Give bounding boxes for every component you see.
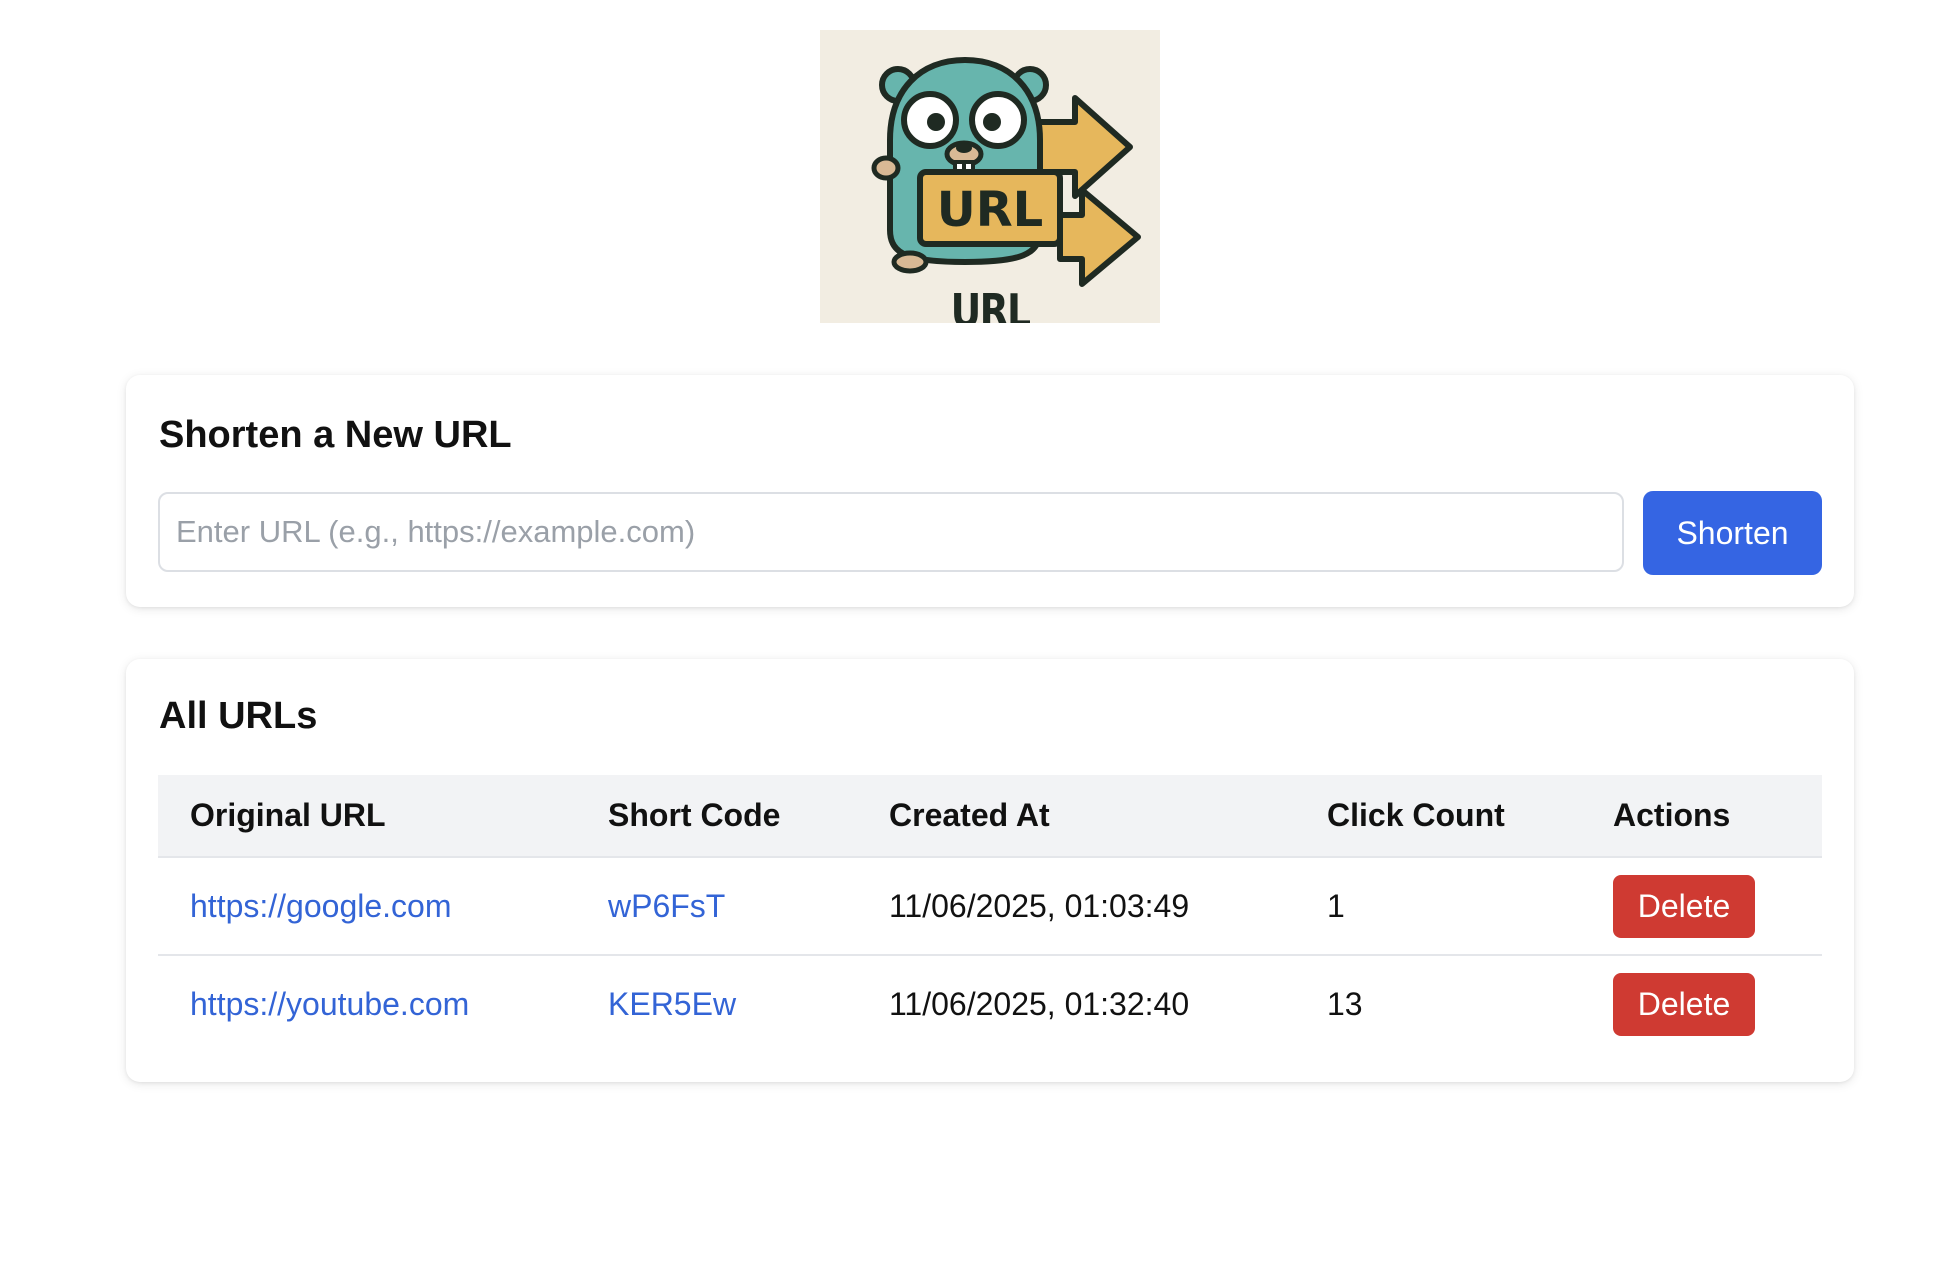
short-code-link[interactable]: KER5Ew bbox=[608, 986, 736, 1022]
column-header-click-count: Click Count bbox=[1295, 775, 1581, 858]
logo-badge-text: URL bbox=[937, 182, 1044, 238]
delete-button[interactable]: Delete bbox=[1613, 972, 1755, 1036]
short-code-link[interactable]: wP6FsT bbox=[608, 888, 725, 924]
original-url-link[interactable]: https://google.com bbox=[190, 888, 451, 924]
column-header-actions: Actions bbox=[1581, 775, 1822, 858]
created-at-cell: 11/06/2025, 01:03:49 bbox=[857, 857, 1295, 956]
url-input[interactable] bbox=[158, 492, 1624, 572]
column-header-short-code: Short Code bbox=[576, 775, 857, 858]
short-code-cell: KER5Ew bbox=[576, 955, 857, 1052]
short-code-cell: wP6FsT bbox=[576, 857, 857, 956]
logo: URL URL SHORTENER bbox=[820, 30, 1160, 323]
logo-text: URL SHORTENER bbox=[950, 284, 1031, 323]
urls-table: Original URL Short Code Created At Click… bbox=[158, 775, 1822, 1052]
actions-cell: Delete bbox=[1581, 857, 1822, 956]
table-row: https://youtube.com KER5Ew 11/06/2025, 0… bbox=[158, 955, 1822, 1052]
table-header-row: Original URL Short Code Created At Click… bbox=[158, 775, 1822, 858]
new-url-card: Shorten a New URL Shorten bbox=[126, 375, 1854, 607]
original-url-link[interactable]: https://youtube.com bbox=[190, 986, 469, 1022]
click-count-cell: 1 bbox=[1295, 857, 1581, 956]
delete-button[interactable]: Delete bbox=[1613, 874, 1755, 938]
column-header-created-at: Created At bbox=[857, 775, 1295, 858]
column-header-original-url: Original URL bbox=[158, 775, 576, 858]
all-urls-card: All URLs Original URL Short Code Created… bbox=[126, 659, 1854, 1082]
all-urls-title: All URLs bbox=[159, 695, 318, 737]
new-url-title: Shorten a New URL bbox=[159, 414, 512, 456]
gopher-logo-icon: URL bbox=[871, 56, 1141, 287]
actions-cell: Delete bbox=[1581, 955, 1822, 1052]
shorten-button[interactable]: Shorten bbox=[1643, 491, 1822, 575]
click-count-cell: 13 bbox=[1327, 985, 1363, 1022]
created-at-cell: 11/06/2025, 01:32:40 bbox=[889, 985, 1190, 1022]
original-url-cell: https://google.com bbox=[158, 857, 576, 956]
original-url-cell: https://youtube.com bbox=[158, 955, 576, 1052]
page: URL URL SHORTENER Shorten a New URL Shor… bbox=[0, 0, 1960, 1288]
table-row: https://google.com wP6FsT 11/06/2025, 01… bbox=[158, 857, 1822, 956]
